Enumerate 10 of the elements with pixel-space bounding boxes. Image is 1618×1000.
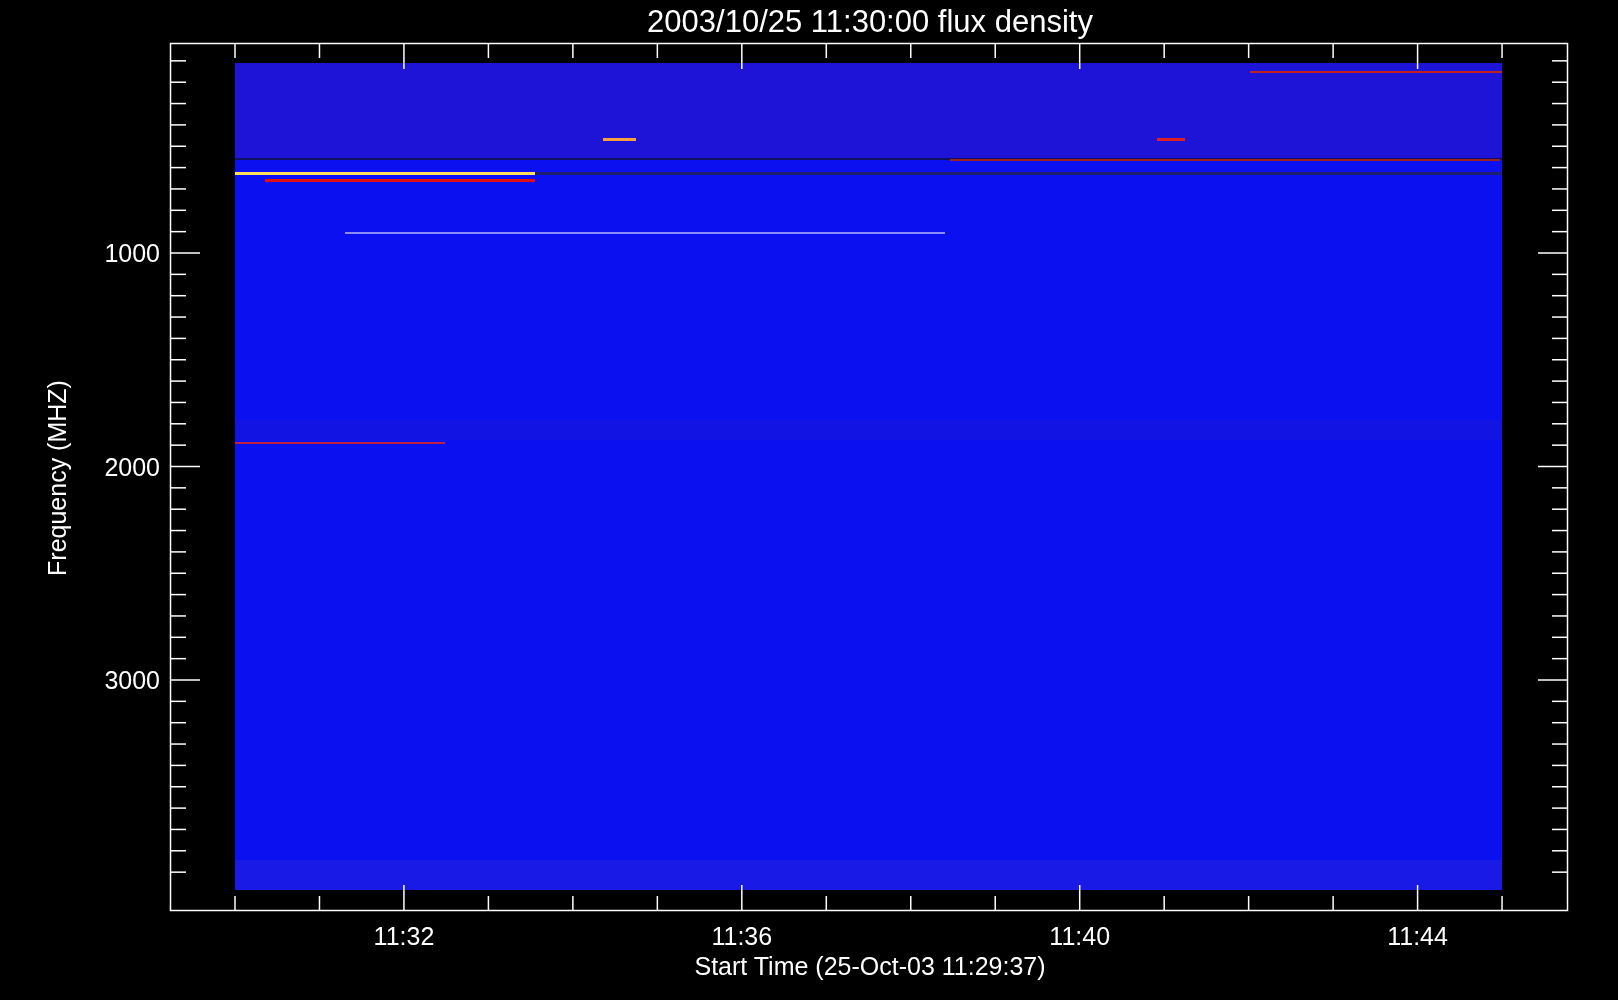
chart-title: 2003/10/25 11:30:00 flux density bbox=[647, 4, 1093, 39]
y-axis-title: Frequency (MHZ) bbox=[43, 380, 71, 576]
x-axis-title: Start Time (25-Oct-03 11:29:37) bbox=[694, 952, 1046, 980]
x-tick-label: 11:44 bbox=[1387, 922, 1448, 950]
x-tick-label: 11:36 bbox=[711, 922, 773, 950]
x-tick-label: 11:40 bbox=[1049, 922, 1111, 950]
y-tick-label: 1000 bbox=[104, 239, 160, 267]
x-tick-label: 11:32 bbox=[373, 922, 435, 950]
y-tick-label: 3000 bbox=[104, 666, 160, 694]
y-tick-label: 2000 bbox=[104, 452, 160, 481]
